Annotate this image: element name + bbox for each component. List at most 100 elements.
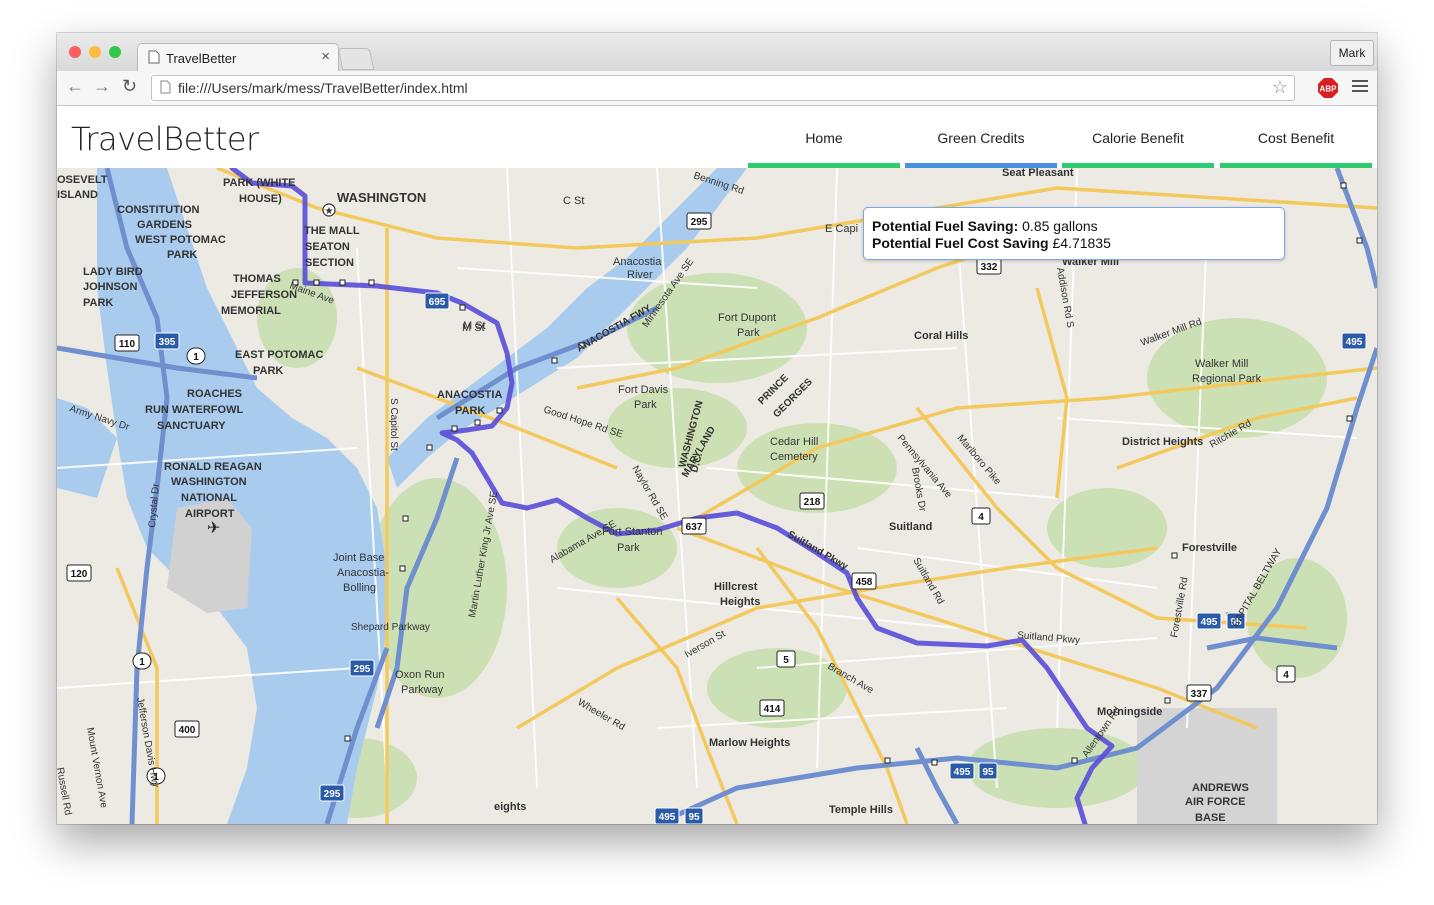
map-label: LADY BIRD (83, 266, 143, 278)
highway-shield: 458 (851, 572, 877, 590)
map-label: GARDENS (137, 219, 192, 231)
map-label: Heights (720, 596, 760, 608)
nav-green-credits-label: Green Credits (937, 130, 1025, 146)
svg-text:4: 4 (978, 512, 984, 523)
nav-cost-benefit-label: Cost Benefit (1257, 130, 1335, 146)
svg-text:495: 495 (1346, 337, 1363, 348)
browser-menu-icon[interactable] (1352, 80, 1368, 95)
map-label: Hillcrest (714, 581, 758, 593)
highway-shield: 120 (66, 564, 92, 582)
map-canvas[interactable]: 2953951110120140012952956953322184637458… (57, 168, 1377, 824)
highway-shield: 110 (114, 334, 140, 352)
app-header: TravelBetter Home Green Credits Calorie … (57, 106, 1377, 168)
map-label: SECTION (305, 257, 354, 269)
svg-text:332: 332 (981, 262, 998, 273)
map-label: CONSTITUTION (117, 204, 200, 216)
adblock-extension-icon[interactable]: ABP (1317, 77, 1339, 99)
map-label: HOUSE) (239, 193, 282, 205)
map-label: District Heights (1122, 436, 1203, 448)
nav-green-credits[interactable]: Green Credits (905, 106, 1057, 168)
highway-shield: 414 (759, 699, 785, 717)
close-tab-icon[interactable]: × (321, 48, 330, 65)
map-label: Park (634, 399, 657, 411)
map-label: S Capitol St (388, 398, 399, 451)
close-window-button[interactable] (69, 46, 81, 58)
svg-text:637: 637 (686, 522, 703, 533)
highway-shield: 637 (681, 517, 707, 535)
map-label: ANDREWS (1192, 782, 1249, 794)
route-map[interactable]: 295 395 1 110 120 1 400 1 295 295 695 332 218 4 637 458… (57, 168, 1377, 824)
highway-shield: 332 (976, 257, 1002, 275)
nav-cost-benefit[interactable]: Cost Benefit (1220, 106, 1372, 168)
document-icon (148, 50, 160, 64)
svg-text:110: 110 (119, 339, 136, 350)
map-label: OSEVELT (57, 174, 108, 186)
highway-shield: 495 (1341, 332, 1367, 350)
map-label: Oxon Run (395, 669, 445, 681)
map-label: WEST POTOMAC (135, 234, 226, 246)
map-label: THE MALL (304, 225, 360, 237)
tab-title: TravelBetter (166, 51, 237, 66)
nav-home[interactable]: Home (748, 106, 900, 168)
cost-saving-label: Potential Fuel Cost Saving (872, 235, 1049, 251)
zoom-window-button[interactable] (109, 46, 121, 58)
highway-shield: 4 (971, 507, 991, 525)
browser-tab[interactable]: TravelBetter × (137, 43, 339, 72)
map-label: Fort Stanton (602, 526, 663, 538)
map-label: SANCTUARY (157, 420, 226, 432)
map-label: RUN WATERFOWL (145, 404, 243, 416)
svg-text:5: 5 (783, 655, 789, 666)
svg-text:1: 1 (139, 657, 145, 668)
map-label: Park (737, 327, 760, 339)
map-label: Fort Davis (618, 384, 669, 396)
map-label: AIRPORT (185, 508, 235, 520)
svg-text:95: 95 (982, 767, 994, 778)
browser-window: TravelBetter × Mark ← → ↻ file:///Users/… (57, 33, 1377, 824)
new-tab-button[interactable] (337, 48, 375, 70)
map-label: Suitland (889, 521, 932, 533)
bookmark-star-icon[interactable]: ☆ (1272, 77, 1288, 98)
page-icon (160, 80, 171, 94)
highway-shield: 295 (349, 659, 375, 677)
svg-text:4: 4 (1283, 670, 1289, 681)
svg-text:337: 337 (1191, 689, 1208, 700)
adblock-label: ABP (1320, 85, 1338, 94)
map-label: PARK (83, 297, 113, 309)
highway-shield: 95 (684, 807, 704, 824)
highway-shield: 4 (1276, 665, 1296, 683)
back-arrow-icon[interactable]: ← (66, 76, 84, 97)
svg-text:495: 495 (659, 812, 676, 823)
reload-icon[interactable]: ↻ (122, 76, 137, 97)
highway-shield: 495 (1196, 612, 1222, 630)
highway-shield: 95 (978, 762, 998, 780)
nav-calorie-benefit-label: Calorie Benefit (1092, 130, 1184, 146)
forward-arrow-icon[interactable]: → (93, 76, 111, 97)
map-label: AIR FORCE (1185, 796, 1246, 808)
minimize-window-button[interactable] (89, 46, 101, 58)
highway-shield: 495 (654, 807, 680, 824)
brand-logo[interactable]: TravelBetter (71, 120, 259, 158)
airport-plane-icon: ✈ (207, 520, 220, 537)
highway-shield: 695 (424, 292, 450, 310)
fuel-saving-popup: Potential Fuel Saving: 0.85 gallons Pote… (863, 207, 1285, 260)
map-label: Forestville (1182, 542, 1237, 554)
svg-text:95: 95 (688, 812, 700, 823)
map-label: Shepard Parkway (351, 622, 430, 633)
address-bar[interactable]: file:///Users/mark/mess/TravelBetter/ind… (151, 75, 1295, 101)
highway-shield: 495 (949, 762, 975, 780)
nav-calorie-benefit[interactable]: Calorie Benefit (1062, 106, 1214, 168)
map-label: JEFFERSON (231, 289, 297, 301)
profile-button[interactable]: Mark (1330, 40, 1374, 66)
highway-shield: 337 (1186, 684, 1212, 702)
map-label: ANACOSTIA (437, 389, 502, 401)
highway-shield: 400 (174, 720, 200, 738)
map-label: Anacostia- (337, 567, 389, 579)
cost-saving-row: Potential Fuel Cost Saving £4.71835 (872, 235, 1111, 251)
map-label: Joint Base (333, 552, 384, 564)
map-label: JOHNSON (83, 281, 137, 293)
url-text: file:///Users/mark/mess/TravelBetter/ind… (178, 80, 468, 96)
map-label: E Capi (825, 223, 858, 235)
map-label: ISLAND (57, 189, 98, 201)
map-label: Parkway (401, 684, 444, 696)
highway-shield: 1 (186, 347, 206, 365)
